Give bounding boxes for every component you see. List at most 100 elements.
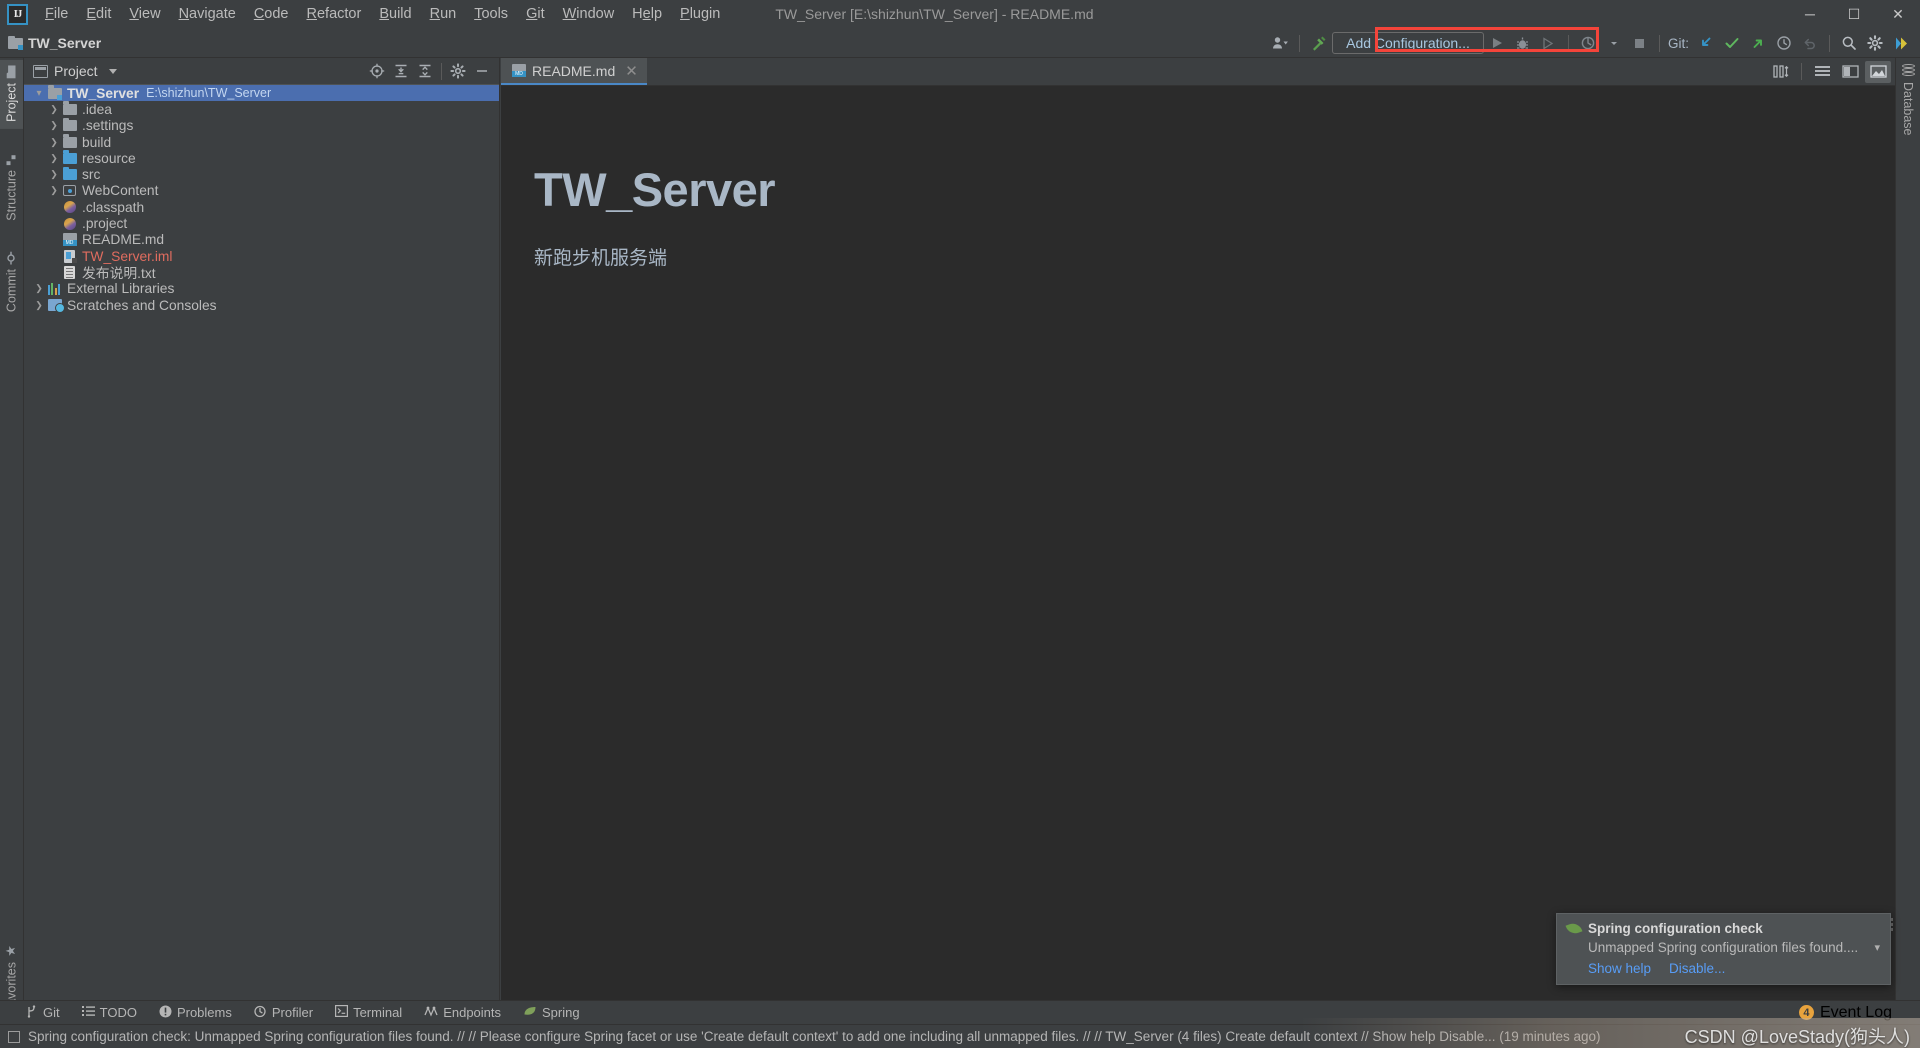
editor-only-view-icon[interactable] [1809,61,1835,83]
tool-window-label: TODO [99,1005,137,1020]
markdown-heading: TW_Server [534,163,776,216]
todo-list-icon [81,1005,95,1020]
chevron-right-icon[interactable] [47,104,61,115]
git-rollback-icon[interactable] [1797,30,1823,56]
event-log-label: Event Log [1819,1003,1892,1021]
menu-item-refactor[interactable]: Refactor [298,3,371,25]
search-icon[interactable] [1836,30,1862,56]
tree-node-scratchesandconsoles[interactable]: Scratches and Consoles [24,297,499,313]
sidebar-item-database[interactable]: Database [1901,64,1915,136]
add-configuration-button[interactable]: Add Configuration... [1331,32,1484,54]
menu-item-view[interactable]: View [120,3,169,25]
chevron-right-icon[interactable] [47,185,61,196]
sidebar-item-structure[interactable]: Structure [0,147,23,228]
menu-item-code[interactable]: Code [245,3,298,25]
run-button[interactable] [1484,30,1510,56]
menu-item-edit[interactable]: Edit [77,3,120,25]
tree-node-src[interactable]: src [24,166,499,182]
tree-node-.idea[interactable]: .idea [24,101,499,117]
chevron-right-icon[interactable] [32,283,46,294]
menu-item-navigate[interactable]: Navigate [170,3,245,25]
menu-item-build[interactable]: Build [370,3,420,25]
tool-window-terminal[interactable]: Terminal [335,1005,402,1020]
markdown-preview: TW_Server 新跑步机服务端 [501,87,1895,1024]
stop-button[interactable] [1627,30,1653,56]
build-hammer-icon[interactable] [1306,30,1332,56]
tool-window-label: Profiler [271,1005,314,1020]
ide-features-trainer-icon[interactable] [1888,30,1914,56]
project-tool-window: Project TW_Server E:\shizhun\TW_Server .id… [24,58,500,1024]
tool-window-problems[interactable]: Problems [159,1005,232,1021]
commit-icon [6,251,17,265]
tool-window-profiler[interactable]: Profiler [254,1005,313,1021]
editor-view-modes [1768,58,1895,85]
folder-gray-icon [61,134,78,148]
git-history-icon[interactable] [1771,30,1797,56]
tree-node-.project[interactable]: .project [24,215,499,231]
hide-panel-icon[interactable] [471,60,493,82]
breadcrumb[interactable]: TW_Server [8,35,101,51]
git-update-project-icon[interactable] [1693,30,1719,56]
toggle-soft-wrap-icon[interactable] [1768,61,1794,83]
intellij-logo-icon: IJ [7,3,28,25]
project-settings-gear-icon[interactable] [447,60,469,82]
expand-all-icon[interactable] [390,60,412,82]
git-push-icon[interactable] [1745,30,1771,56]
show-help-link[interactable]: Show help [1588,961,1651,976]
tree-node-externallibraries[interactable]: External Libraries [24,281,499,297]
chevron-right-icon[interactable] [47,153,61,164]
chevron-right-icon[interactable] [47,137,61,148]
event-log-button[interactable]: 4 Event Log [1798,1003,1892,1022]
debug-button[interactable] [1510,30,1536,56]
chevron-right-icon[interactable] [47,169,61,180]
minimize-button[interactable]: ─ [1788,0,1832,28]
menu-item-help[interactable]: Help [623,3,671,25]
preview-only-view-icon[interactable] [1865,60,1891,83]
git-commit-icon[interactable] [1719,30,1745,56]
attach-profiler-icon[interactable] [1575,30,1601,56]
tool-window-label: Problems [176,1005,232,1020]
project-toolbar-separator [441,62,442,80]
tree-node-.settings[interactable]: .settings [24,117,499,134]
menu-item-tools[interactable]: Tools [465,3,517,25]
project-panel-title-group[interactable]: Project [33,63,117,79]
tree-node-tw_server[interactable]: TW_Server E:\shizhun\TW_Server [24,85,499,102]
tool-window-label: Terminal [353,1005,403,1020]
select-opened-file-icon[interactable] [366,60,388,82]
tree-node-.txt[interactable]: 发布说明.txt [24,264,499,281]
profiler-dropdown-icon[interactable] [1601,30,1627,56]
user-account-icon[interactable] [1267,30,1293,56]
collapse-all-icon[interactable] [414,60,436,82]
menu-item-window[interactable]: Window [554,3,624,25]
menu-item-plugin[interactable]: Plugin [671,3,729,25]
menu-item-file[interactable]: File [36,3,77,25]
tree-node-readme.md[interactable]: README.md [24,232,499,248]
chevron-right-icon[interactable] [47,120,61,131]
tab-readme-md[interactable]: README.md ✕ [501,58,647,85]
sidebar-item-commit[interactable]: Commit [0,246,23,319]
tree-node-webcontent[interactable]: WebContent [24,183,499,199]
menu-item-git[interactable]: Git [517,3,554,25]
tool-window-endpoints[interactable]: Endpoints [424,1005,501,1020]
settings-gear-icon[interactable] [1862,30,1888,56]
status-inspection-icon [8,1030,20,1043]
tree-node-build[interactable]: build [24,134,499,150]
disable-link[interactable]: Disable... [1669,961,1725,976]
tool-window-spring[interactable]: Spring [523,1005,580,1020]
chevron-down-icon[interactable] [108,68,117,74]
close-icon[interactable]: ✕ [625,62,638,80]
run-with-coverage-button[interactable] [1536,30,1562,56]
chevron-down-icon[interactable] [32,88,46,99]
tree-node-resource[interactable]: resource [24,150,499,166]
sidebar-item-project[interactable]: Project [0,60,23,129]
chevron-down-icon[interactable]: ▾ [1874,941,1880,954]
tool-window-todo[interactable]: TODO [81,1005,137,1020]
tool-window-git[interactable]: Git [26,1004,60,1021]
project-tree[interactable]: TW_Server E:\shizhun\TW_Server .idea.setti… [24,85,499,313]
menu-item-run[interactable]: Run [421,3,466,25]
tree-node-.classpath[interactable]: .classpath [24,199,499,215]
close-button[interactable]: ✕ [1876,0,1920,28]
editor-and-preview-view-icon[interactable] [1837,61,1863,83]
maximize-button[interactable]: ☐ [1832,0,1876,28]
chevron-right-icon[interactable] [32,300,46,311]
